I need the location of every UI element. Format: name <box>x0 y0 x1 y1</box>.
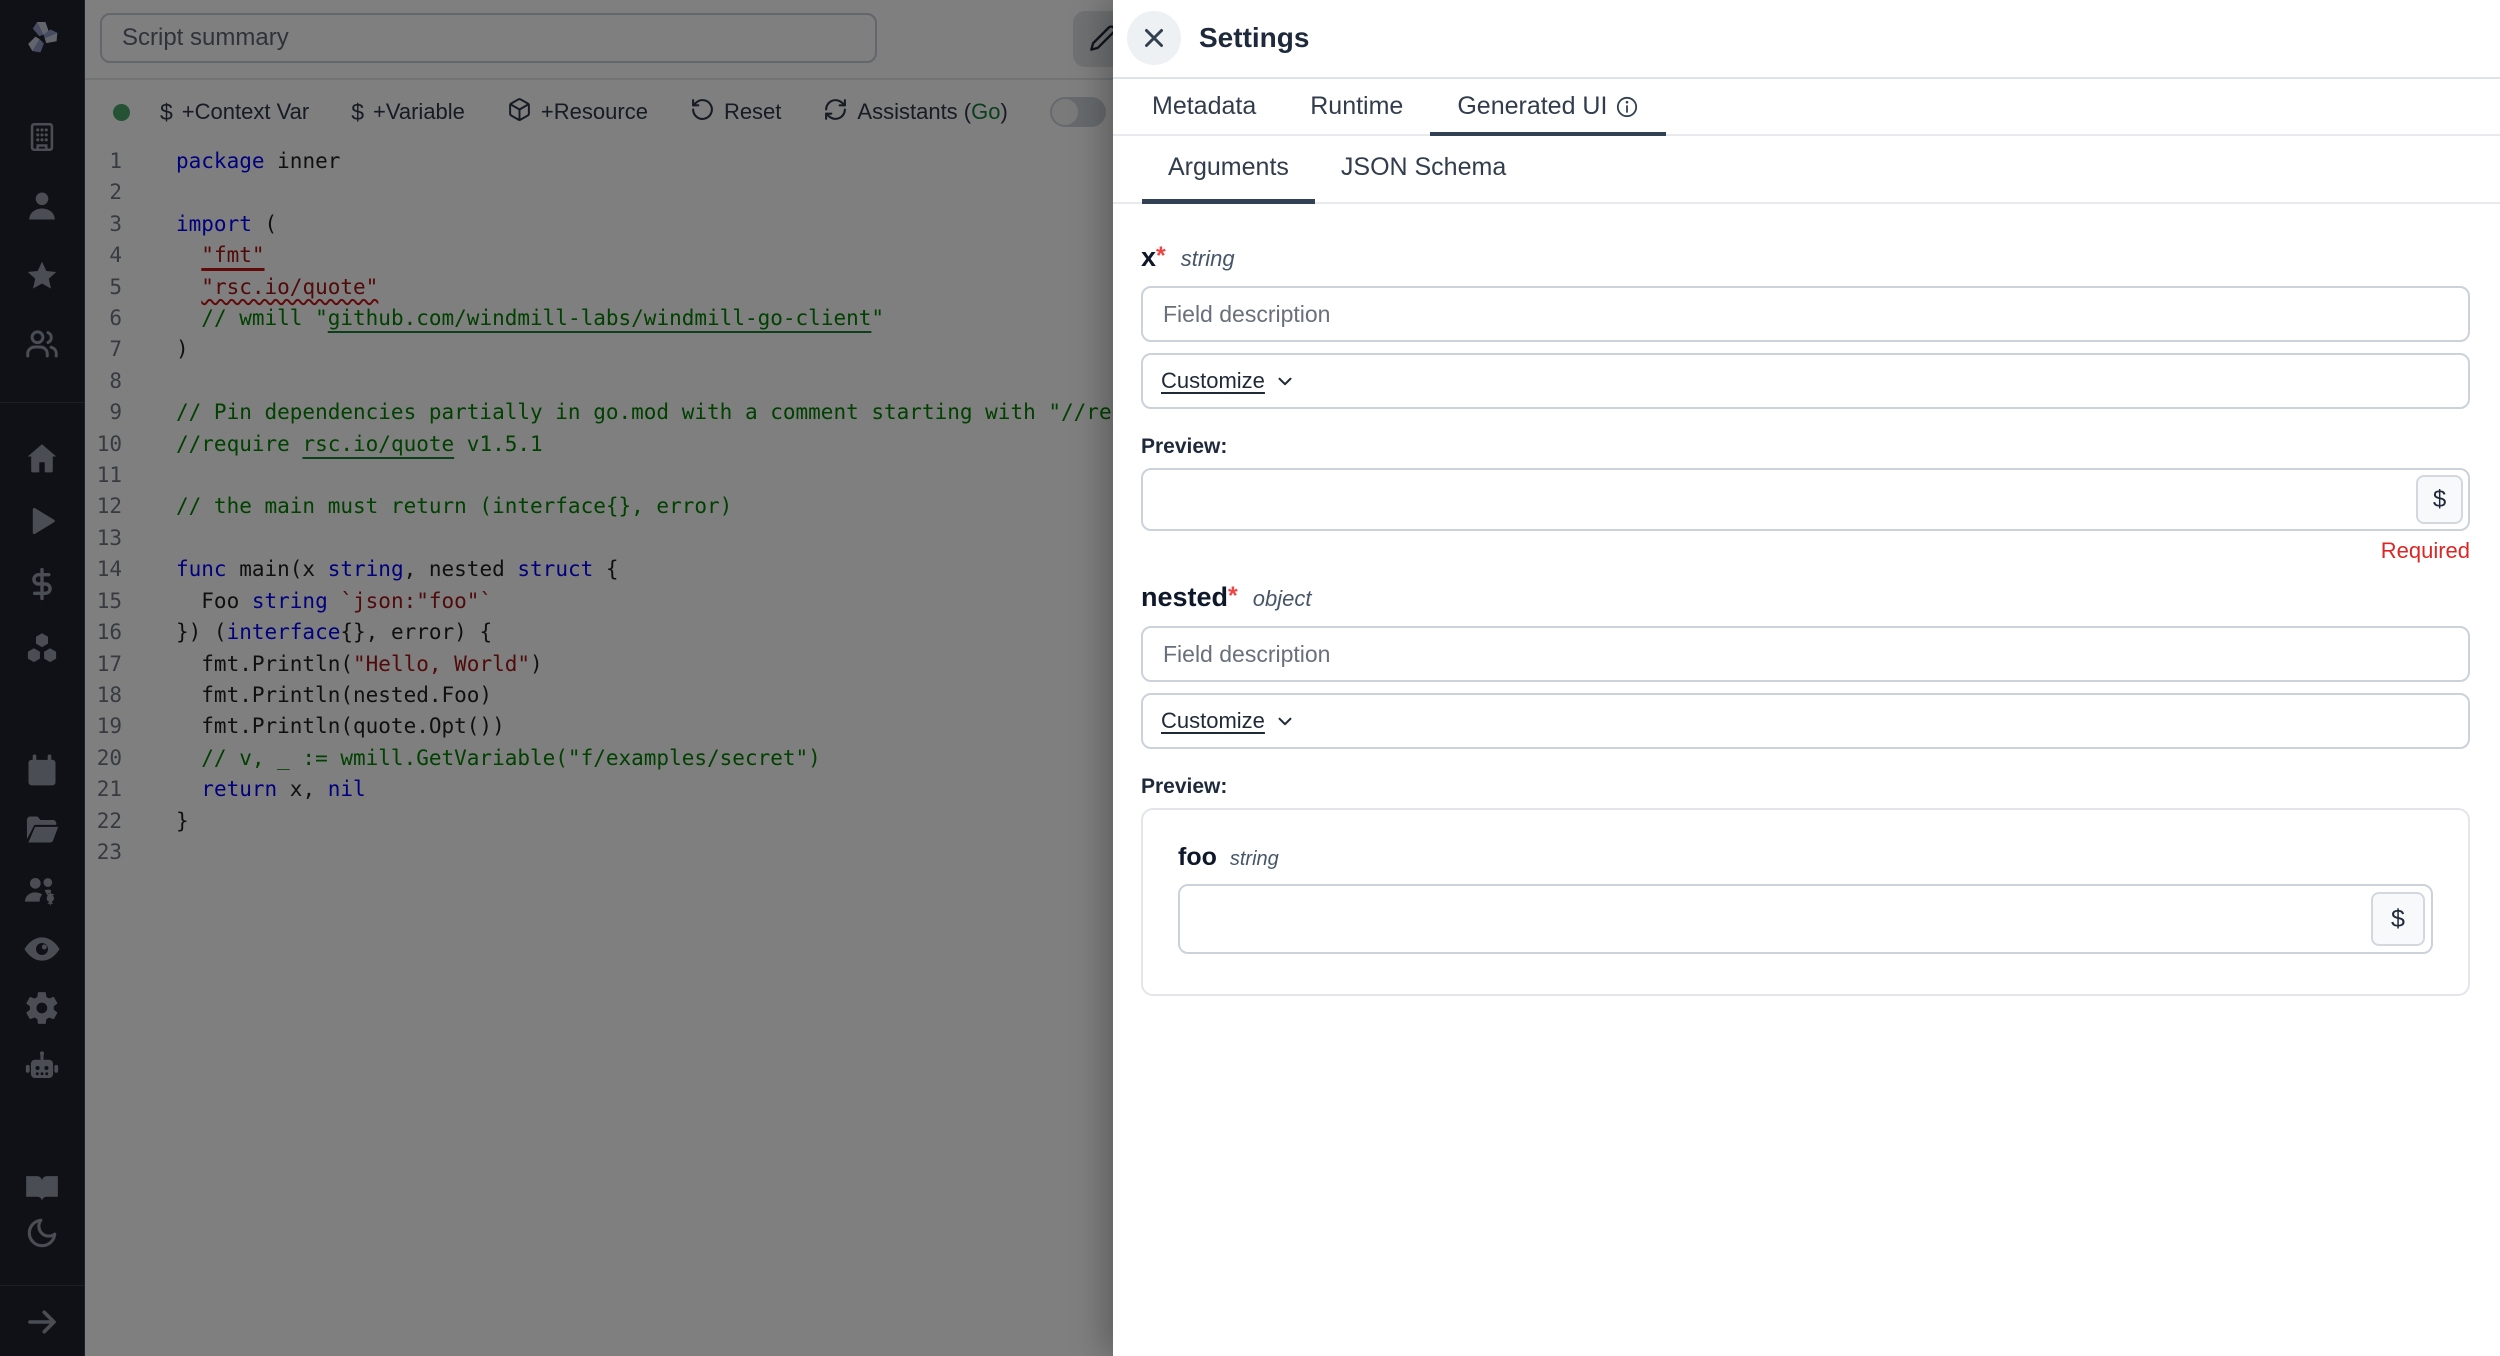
argument-name: nested <box>1141 582 1228 613</box>
child-input-wrap: $ <box>1178 884 2433 954</box>
close-icon[interactable] <box>1127 11 1181 65</box>
drawer-title: Settings <box>1199 22 1309 54</box>
settings-tabs: Metadata Runtime Generated UI <box>1113 79 2500 136</box>
arguments-panel: x* string Customize Preview: <box>1113 204 2500 996</box>
argument-label: nested* object <box>1141 582 2470 613</box>
preview-input-wrap: $ <box>1141 468 2470 531</box>
tab-runtime[interactable]: Runtime <box>1283 79 1430 134</box>
argument-type: object <box>1253 586 1312 612</box>
modal-backdrop[interactable] <box>0 0 1113 1356</box>
x-preview-input[interactable] <box>1141 468 2470 531</box>
child-field-type: string <box>1230 848 1279 871</box>
info-icon[interactable] <box>1615 95 1639 119</box>
required-asterisk: * <box>1228 582 1238 611</box>
argument-x-block: x* string Customize Preview: <box>1141 242 2470 564</box>
insert-variable-dollar-button[interactable]: $ <box>2371 892 2425 946</box>
subtab-arguments[interactable]: Arguments <box>1142 153 1315 202</box>
subtab-json-schema[interactable]: JSON Schema <box>1315 153 1532 202</box>
foo-preview-input[interactable] <box>1178 884 2433 954</box>
settings-drawer: Settings Metadata Runtime Generated UI A… <box>1113 0 2500 1356</box>
nested-preview-card: foo string $ <box>1141 808 2470 996</box>
child-field-name: foo <box>1178 843 1217 872</box>
argument-type: string <box>1181 246 1235 272</box>
field-description-input[interactable] <box>1141 626 2470 682</box>
argument-nested-block: nested* object Customize Preview: <box>1141 582 2470 996</box>
customize-box: Customize <box>1141 693 2470 749</box>
field-description-input[interactable] <box>1141 286 2470 342</box>
chevron-down-icon <box>1274 370 1296 392</box>
insert-variable-dollar-button[interactable]: $ <box>2416 475 2463 524</box>
customize-toggle[interactable]: Customize <box>1161 368 1296 394</box>
required-asterisk: * <box>1156 242 1166 271</box>
chevron-down-icon <box>1274 710 1296 732</box>
argument-name: x <box>1141 242 1156 273</box>
child-field-label: foo string <box>1178 843 2433 872</box>
tab-generated-ui[interactable]: Generated UI <box>1430 79 1666 134</box>
preview-label: Preview: <box>1141 775 2470 799</box>
drawer-header: Settings <box>1113 0 2500 79</box>
argument-label: x* string <box>1141 242 2470 273</box>
tab-metadata[interactable]: Metadata <box>1125 79 1283 134</box>
generated-ui-subtabs: Arguments JSON Schema <box>1113 136 2500 204</box>
customize-box: Customize <box>1141 353 2470 409</box>
required-error: Required <box>1141 538 2470 564</box>
windmill-script-editor: $ +Context Var $ +Variable +Resource <box>0 0 2500 1356</box>
preview-label: Preview: <box>1141 435 2470 459</box>
customize-toggle[interactable]: Customize <box>1161 708 1296 734</box>
